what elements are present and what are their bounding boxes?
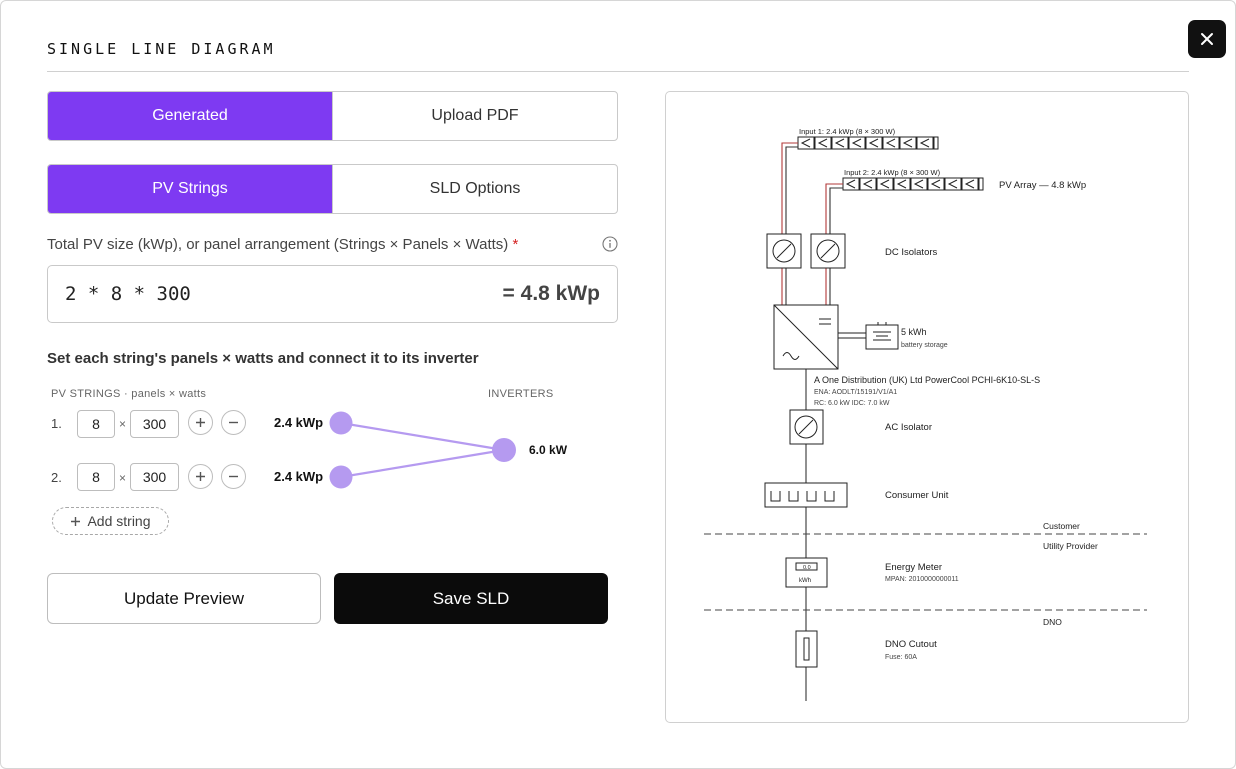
add-string-button[interactable]: Add string — [52, 507, 169, 535]
inverter-ena-label: ENA: AODLT/15191/V1/A1 — [814, 389, 897, 396]
config-tabs: PV Strings SLD Options — [47, 164, 618, 214]
dno-label: DNO — [1043, 617, 1062, 627]
string-2-increment-button[interactable] — [188, 464, 213, 489]
pv-size-label-text: Total PV size (kWp), or panel arrangemen… — [47, 236, 509, 253]
input-2-label: Input 2: 2.4 kWp (8 × 300 W) — [844, 168, 941, 177]
consumer-unit-label: Consumer Unit — [885, 490, 949, 501]
battery-storage-label: battery storage — [901, 342, 948, 349]
inverter-kw: 6.0 kW — [529, 443, 568, 457]
pv-size-label: Total PV size (kWp), or panel arrangemen… — [47, 236, 518, 253]
fuse-label: Fuse: 60A — [885, 654, 917, 661]
plus-icon — [196, 472, 205, 481]
string-2-panels-input[interactable]: 8 — [77, 463, 115, 491]
consumer-unit-symbol — [764, 482, 848, 508]
string-1-kwp: 2.4 kWp — [274, 415, 324, 430]
meter-unit: kWh — [799, 578, 811, 584]
string-2-times: × — [119, 471, 127, 485]
pv-size-result: = 4.8 kWp — [502, 282, 600, 305]
battery-size-label: 5 kWh — [901, 327, 927, 337]
customer-label: Customer — [1043, 521, 1080, 531]
title-divider — [47, 71, 1189, 72]
string-2-index: 2. — [51, 470, 62, 485]
inverter-node[interactable] — [492, 438, 516, 462]
source-tabs: Generated Upload PDF — [47, 91, 618, 141]
dc-isolators-label: DC Isolators — [885, 247, 938, 258]
battery-symbol — [865, 324, 899, 350]
sld-diagram: Input 1: 2.4 kWp (8 × 300 W) Input 2: 2.… — [704, 127, 1147, 701]
energy-meter-label: Energy Meter — [885, 562, 942, 573]
info-icon[interactable] — [602, 236, 618, 252]
string-2-decrement-button[interactable] — [221, 464, 246, 489]
pv-size-value: 2 * 8 * 300 — [65, 283, 191, 305]
string-2-kwp: 2.4 kWp — [274, 469, 324, 484]
string-1-increment-button[interactable] — [188, 410, 213, 435]
dno-cutout-symbol — [795, 630, 818, 668]
string-1-decrement-button[interactable] — [221, 410, 246, 435]
tab-pv-strings[interactable]: PV Strings — [48, 165, 332, 213]
meter-display: 0.0 — [803, 565, 811, 571]
connection-line-2 — [340, 448, 505, 479]
pv-string-2-panels — [842, 177, 984, 191]
string-2-watts-input[interactable]: 300 — [130, 463, 179, 491]
pv-array-label: PV Array — 4.8 kWp — [999, 180, 1086, 191]
utility-provider-label: Utility Provider — [1043, 541, 1098, 551]
string-1-index: 1. — [51, 416, 62, 431]
tab-generated[interactable]: Generated — [48, 92, 332, 140]
string-1-node[interactable] — [329, 411, 353, 435]
inverter-name-label: A One Distribution (UK) Ltd PowerCool PC… — [814, 375, 1040, 385]
dno-cutout-label: DNO Cutout — [885, 639, 937, 650]
string-1-watts-input[interactable]: 300 — [130, 410, 179, 438]
tab-sld-options[interactable]: SLD Options — [332, 165, 617, 213]
strings-heading: Set each string's panels × watts and con… — [47, 350, 479, 367]
sld-preview: Input 1: 2.4 kWp (8 × 300 W) Input 2: 2.… — [665, 91, 1189, 723]
close-icon — [1201, 33, 1213, 45]
save-sld-button[interactable]: Save SLD — [334, 573, 608, 624]
input-1-label: Input 1: 2.4 kWp (8 × 300 W) — [799, 127, 896, 136]
plus-icon — [71, 516, 81, 526]
string-1-times: × — [119, 417, 127, 431]
close-button[interactable] — [1188, 20, 1226, 58]
required-mark: * — [512, 236, 519, 253]
pv-strings-column-label: PV STRINGS · panels × watts — [51, 388, 207, 400]
update-preview-button[interactable]: Update Preview — [47, 573, 321, 624]
pv-size-input[interactable]: 2 * 8 * 300 = 4.8 kWp — [47, 265, 618, 323]
mpan-label: MPAN: 2010000000011 — [885, 576, 959, 583]
minus-icon — [229, 475, 238, 478]
minus-icon — [229, 421, 238, 424]
modal-title: SINGLE LINE DIAGRAM — [47, 40, 276, 58]
plus-icon — [196, 418, 205, 427]
connection-line-1 — [340, 421, 505, 452]
add-string-label: Add string — [87, 513, 151, 529]
ac-isolator-label: AC Isolator — [885, 422, 932, 433]
tab-upload-pdf[interactable]: Upload PDF — [332, 92, 617, 140]
string-2-node[interactable] — [329, 465, 353, 489]
inverter-rc-label: RC: 6.0 kW IDC: 7.0 kW — [814, 400, 890, 407]
string-inverter-connections — [329, 411, 516, 489]
string-1-panels-input[interactable]: 8 — [77, 410, 115, 438]
pv-string-1-panels — [797, 136, 939, 150]
